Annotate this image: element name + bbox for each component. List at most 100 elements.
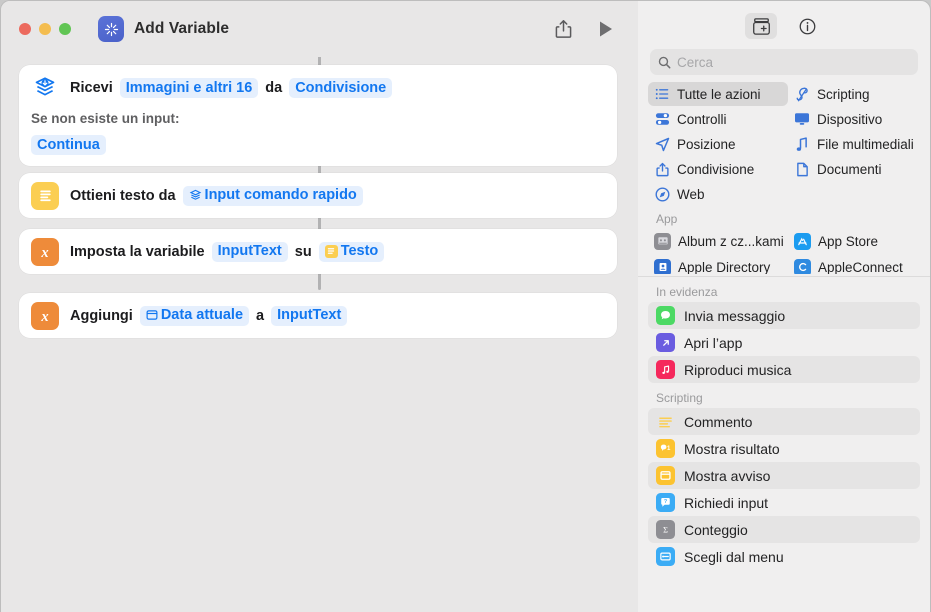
svg-text:?: ?	[664, 499, 667, 505]
date-icon	[146, 310, 158, 320]
library-action-label: Mostra risultato	[684, 440, 780, 457]
token-label: Data attuale	[160, 307, 244, 323]
scripting-icon	[794, 87, 810, 102]
action-sub-token[interactable]: Continua	[31, 135, 106, 155]
library-action-row[interactable]: Scegli dal menu	[648, 543, 920, 570]
category-media[interactable]: File multimediali	[788, 132, 920, 156]
shortcuts-icon	[98, 16, 124, 42]
app-list-item[interactable]: App Store	[788, 229, 920, 253]
action-card[interactable]: x Aggiungi Data attuale a InputText	[19, 293, 617, 338]
window-title: Add Variable	[134, 20, 230, 37]
category-web[interactable]: Web	[648, 182, 788, 206]
action-card[interactable]: x Imposta la variabile InputText su Test…	[19, 229, 617, 274]
library-action-row[interactable]: Mostra avviso	[648, 462, 920, 489]
ask-input-icon: ?	[656, 493, 675, 512]
app-list-item[interactable]: AppleConnect	[788, 255, 920, 274]
run-button[interactable]	[598, 20, 614, 38]
category-device[interactable]: Dispositivo	[788, 107, 920, 131]
category-label: Condivisione	[677, 161, 755, 177]
apple-directory-icon	[654, 258, 671, 274]
action-token[interactable]: Data attuale	[139, 305, 250, 326]
app-section-list: Album z cz...kami App Store Apple Direct…	[638, 229, 930, 274]
category-label: Controlli	[677, 111, 727, 127]
library-action-label: Richiedi input	[684, 494, 769, 511]
variable-x-icon: x	[31, 237, 59, 266]
library-action-row[interactable]: ? Richiedi input	[648, 489, 920, 516]
library-toolbar	[638, 1, 930, 47]
action-text: su	[294, 243, 312, 260]
action-token[interactable]: Input comando rapido	[182, 185, 363, 206]
category-documents[interactable]: Documenti	[788, 157, 920, 181]
search-input[interactable]	[677, 54, 910, 70]
token-label: Input comando rapido	[204, 187, 357, 203]
action-text: Ottieni testo da	[70, 187, 176, 204]
shortcut-editor-pane: Add Variable Ricevi Immagini e altri 16 …	[0, 0, 638, 612]
controls-icon	[654, 112, 670, 126]
share-button[interactable]	[555, 19, 572, 39]
connector-line	[318, 272, 321, 290]
svg-text:x: x	[40, 309, 48, 325]
action-token[interactable]: Immagini e altri 16	[119, 78, 259, 98]
category-label: Documenti	[817, 161, 882, 177]
category-scripting[interactable]: Scripting	[788, 82, 920, 106]
action-card[interactable]: Ricevi Immagini e altri 16 da Condivisio…	[19, 65, 617, 166]
search-container	[638, 47, 930, 75]
category-controls[interactable]: Controlli	[648, 107, 788, 131]
minimize-button[interactable]	[39, 23, 51, 35]
comment-icon	[656, 412, 675, 431]
action-main-row: Ottieni testo da Input comando rapido	[19, 173, 363, 218]
library-action-row[interactable]: Riproduci musica	[648, 356, 920, 383]
library-action-label: Apri l’app	[684, 334, 743, 351]
svg-text:Σ: Σ	[663, 525, 668, 534]
play-icon	[600, 21, 612, 37]
action-token[interactable]: Testo	[318, 241, 385, 262]
action-library-button[interactable]	[745, 13, 777, 39]
action-token[interactable]: InputText	[271, 305, 348, 326]
category-sharing[interactable]: Condivisione	[648, 157, 788, 181]
featured-section-title: In evidenza	[656, 285, 718, 299]
app-list-item[interactable]: Album z cz...kami	[648, 229, 788, 253]
document-icon	[794, 162, 810, 177]
text-document-icon	[31, 181, 59, 210]
app-label: Album z cz...kami	[678, 233, 784, 249]
action-sub-label: Se non esiste un input:	[31, 111, 180, 126]
category-location[interactable]: Posizione	[648, 132, 788, 156]
svg-text:x: x	[40, 245, 48, 261]
messages-icon	[656, 306, 675, 325]
library-action-row[interactable]: 1 Mostra risultato	[648, 435, 920, 462]
app-list-item[interactable]: Apple Directory	[648, 255, 788, 274]
window-titlebar: Add Variable	[1, 1, 638, 57]
sparkle-wand-icon	[104, 22, 118, 36]
category-all-actions[interactable]: Tutte le azioni	[648, 82, 788, 106]
count-sigma-icon: Σ	[656, 520, 675, 539]
library-action-label: Conteggio	[684, 521, 748, 538]
zoom-button[interactable]	[59, 23, 71, 35]
action-text: Aggiungi	[70, 307, 133, 324]
compass-icon	[654, 187, 670, 202]
library-action-label: Mostra avviso	[684, 467, 771, 484]
library-action-label: Scegli dal menu	[684, 548, 784, 565]
action-card[interactable]: Ottieni testo da Input comando rapido	[19, 173, 617, 218]
library-action-label: Invia messaggio	[684, 307, 786, 324]
category-label: Scripting	[817, 86, 870, 102]
choose-menu-icon	[656, 547, 675, 566]
add-action-icon	[752, 17, 770, 35]
search-field[interactable]	[650, 49, 918, 75]
shortcut-input-icon	[189, 189, 201, 200]
action-token[interactable]: Condivisione	[289, 78, 393, 98]
location-arrow-icon	[654, 137, 670, 152]
traffic-light-buttons[interactable]	[19, 23, 71, 35]
app-label: Apple Directory	[678, 259, 771, 275]
action-token[interactable]: InputText	[211, 241, 288, 262]
category-label: Posizione	[677, 136, 736, 152]
library-action-row[interactable]: Commento	[648, 408, 920, 435]
info-button[interactable]	[791, 13, 823, 39]
share-icon	[654, 162, 670, 177]
action-main-row: Ricevi Immagini e altri 16 da Condivisio…	[19, 65, 617, 111]
workflow-canvas[interactable]: Ricevi Immagini e altri 16 da Condivisio…	[1, 47, 638, 612]
library-action-row[interactable]: Invia messaggio	[648, 302, 920, 329]
library-action-row[interactable]: Σ Conteggio	[648, 516, 920, 543]
library-action-row[interactable]: Apri l’app	[648, 329, 920, 356]
close-button[interactable]	[19, 23, 31, 35]
app-label: App Store	[818, 233, 879, 249]
